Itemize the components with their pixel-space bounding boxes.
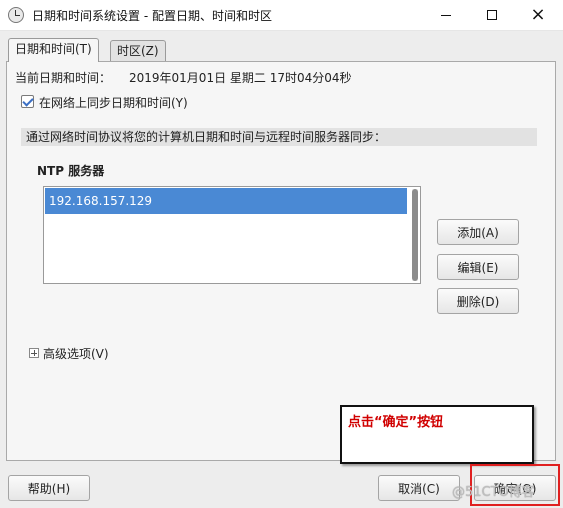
ntp-servers-heading: NTP 服务器 — [37, 164, 105, 178]
edit-server-button[interactable]: 编辑(E) — [437, 254, 519, 280]
ntp-info-text: 通过网络时间协议将您的计算机日期和时间与远程时间服务器同步： — [21, 128, 537, 146]
dialog-body: 日期和时间(T) 时区(Z) 当前日期和时间： 2019年01月01日 星期二 … — [0, 31, 563, 508]
tab-date-time[interactable]: 日期和时间(T) — [8, 38, 99, 62]
expand-plus-icon[interactable] — [29, 348, 39, 358]
title-bar: 日期和时间系统设置 - 配置日期、时间和时区 × — [0, 0, 563, 31]
clock-icon — [8, 7, 24, 23]
sync-checkbox-label[interactable]: 在网络上同步日期和时间(Y) — [39, 94, 188, 111]
advanced-options-toggle[interactable]: 高级选项(V) — [43, 345, 109, 362]
ntp-server-list[interactable]: 192.168.157.129 — [43, 186, 421, 284]
close-button[interactable]: × — [515, 0, 561, 30]
minimize-icon — [441, 14, 451, 16]
minimize-button[interactable] — [423, 0, 469, 30]
list-scrollbar[interactable] — [412, 189, 418, 281]
sync-checkbox[interactable] — [21, 95, 34, 108]
tab-panel: 当前日期和时间： 2019年01月01日 星期二 17时04分04秒 在网络上同… — [6, 61, 556, 461]
tab-timezone[interactable]: 时区(Z) — [110, 40, 166, 62]
list-item[interactable]: 192.168.157.129 — [45, 188, 407, 214]
annotation-text: 点击“确定”按钮 — [348, 415, 444, 430]
watermark: @51CTO博客 — [452, 485, 535, 500]
help-button[interactable]: 帮助(H) — [8, 475, 90, 501]
current-datetime-label: 当前日期和时间： — [15, 71, 112, 85]
maximize-icon — [487, 10, 497, 20]
scroll-thumb[interactable] — [412, 189, 418, 281]
window-title: 日期和时间系统设置 - 配置日期、时间和时区 — [32, 9, 272, 23]
maximize-button[interactable] — [469, 0, 515, 30]
delete-server-button[interactable]: 删除(D) — [437, 288, 519, 314]
current-datetime-value: 2019年01月01日 星期二 17时04分04秒 — [129, 71, 352, 85]
add-server-button[interactable]: 添加(A) — [437, 219, 519, 245]
cancel-button[interactable]: 取消(C) — [378, 475, 460, 501]
close-icon: × — [530, 4, 546, 25]
annotation-callout: 点击“确定”按钮 — [340, 405, 534, 464]
